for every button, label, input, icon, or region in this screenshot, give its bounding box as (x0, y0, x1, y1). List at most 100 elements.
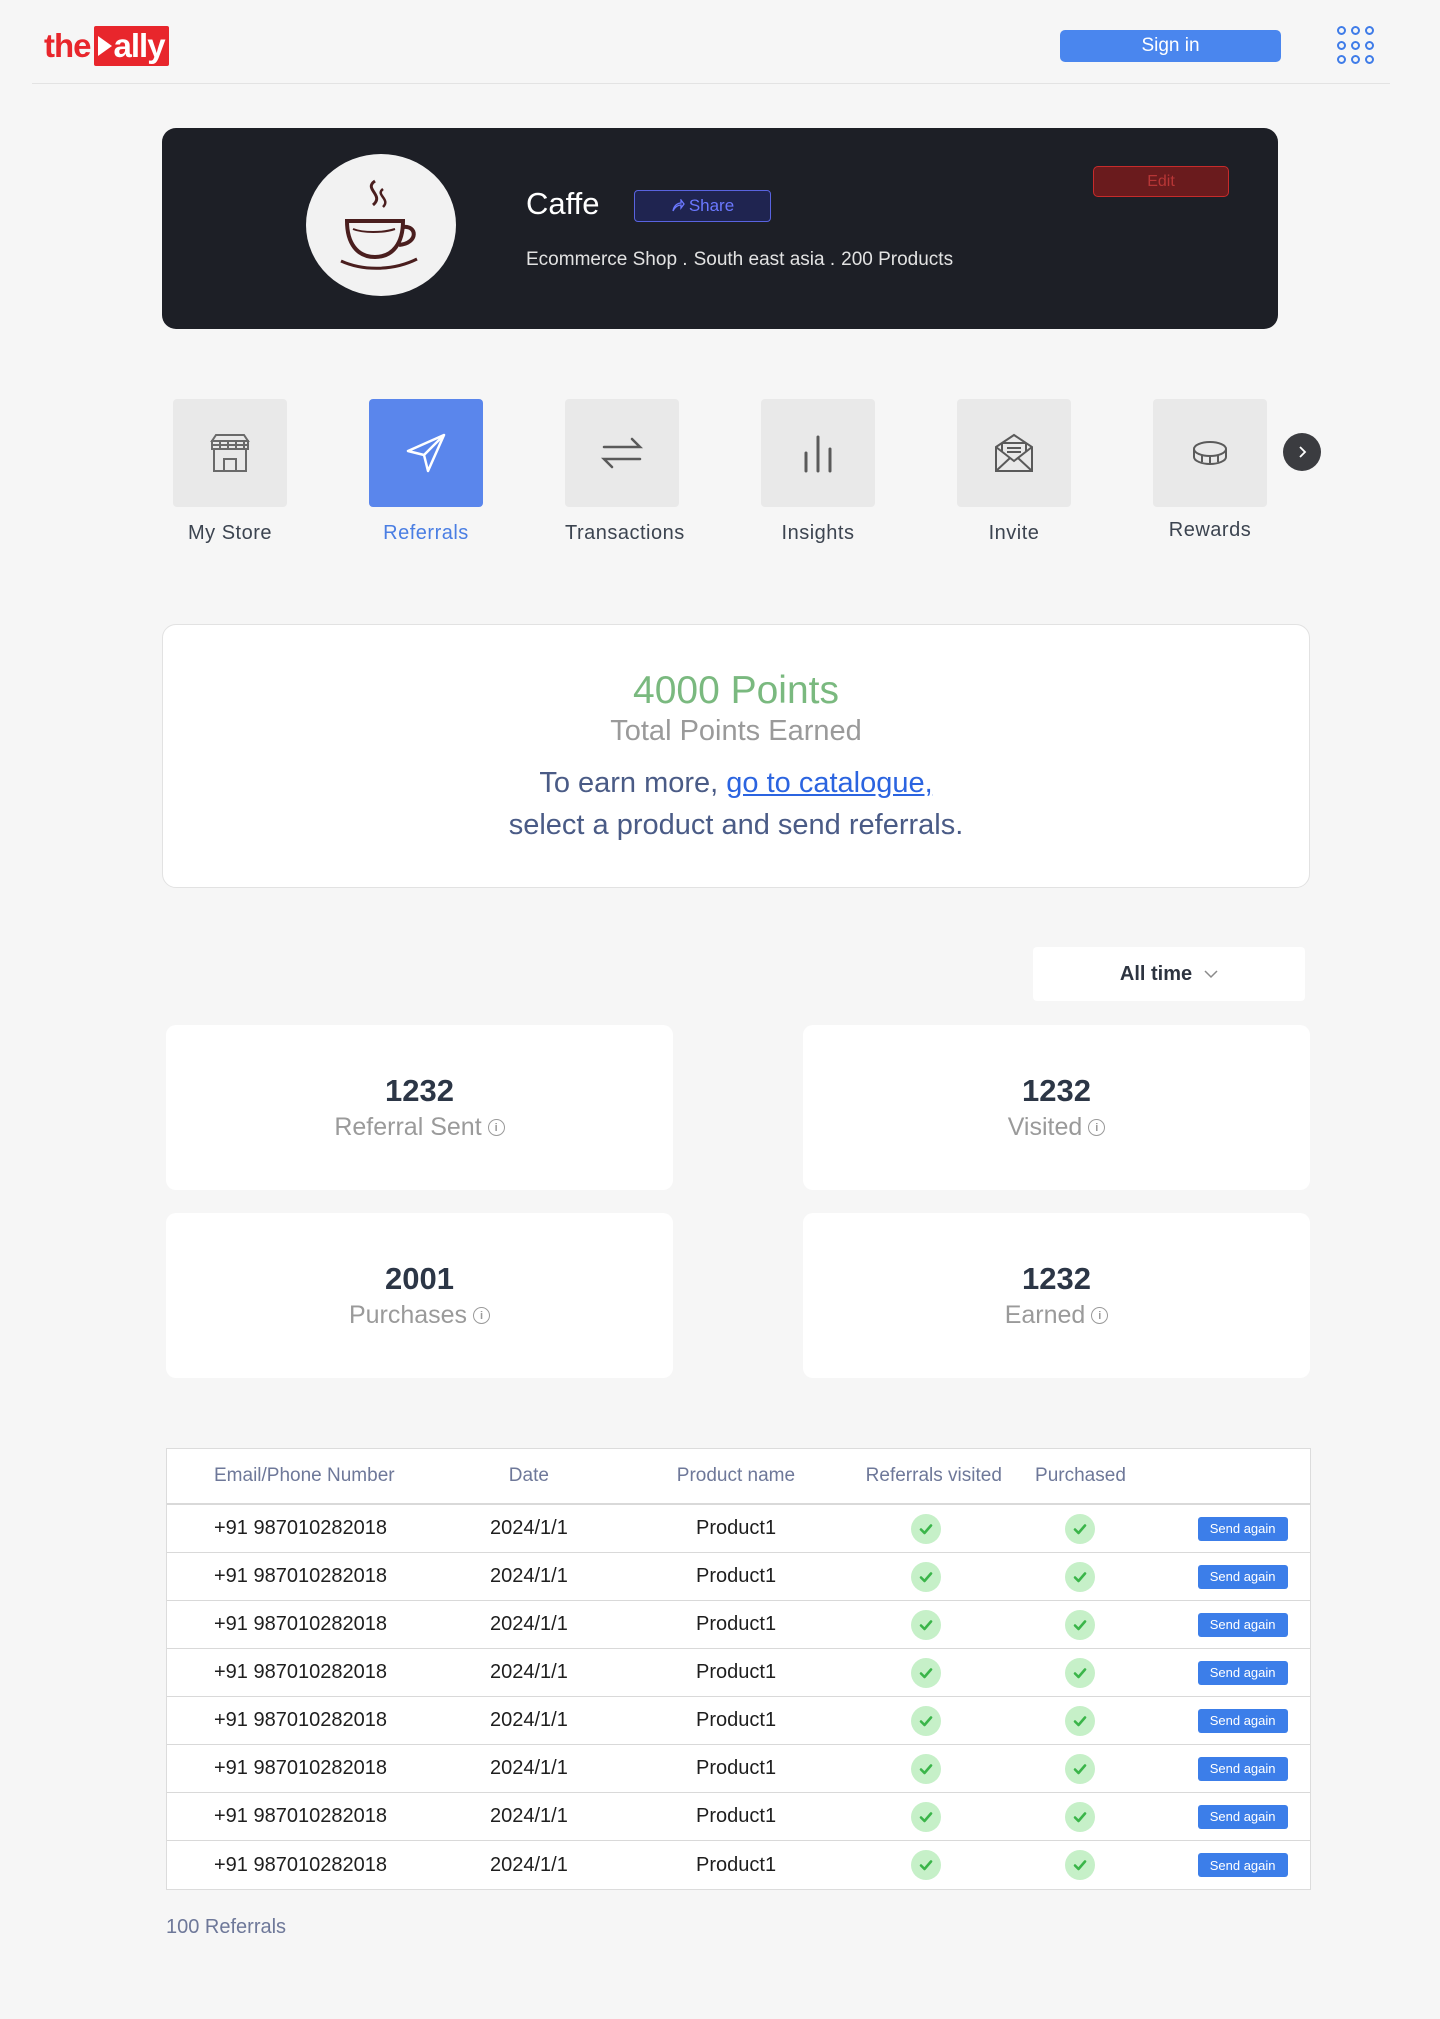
check-icon (910, 1850, 941, 1880)
stat-label: Earned (1004, 1301, 1086, 1329)
send-again-button[interactable]: Send again (1197, 1612, 1288, 1637)
chevron-down-icon (1204, 970, 1218, 979)
cell-contact: +91 987010282018 (214, 1565, 387, 1587)
nav-label-my-store: My Store (187, 522, 273, 544)
cell-product: Product1 (696, 1757, 777, 1779)
table-row: +91 987010282018 2024/1/1 Product1 Send aga… (167, 1841, 1310, 1889)
cell-product: Product1 (696, 1709, 777, 1731)
stat-card-earned: 1232 Earned i (803, 1213, 1310, 1378)
nav-tile-box[interactable] (761, 399, 875, 507)
cell-contact: +91 987010282018 (214, 1517, 387, 1539)
share-icon (672, 199, 685, 212)
cell-contact: +91 987010282018 (214, 1805, 387, 1827)
check-icon (910, 1513, 941, 1544)
cell-visited (866, 1513, 986, 1544)
info-icon[interactable]: i (1091, 1307, 1109, 1324)
info-icon[interactable]: i (473, 1307, 491, 1324)
col-header-visited: Referrals visited (865, 1465, 1002, 1486)
send-again-button[interactable]: Send again (1197, 1708, 1288, 1733)
swap-arrows-icon (600, 437, 644, 469)
nav-tile-box[interactable] (1153, 399, 1267, 507)
send-icon (406, 433, 446, 473)
stat-value: 1232 (1022, 1261, 1091, 1296)
cell-visited (866, 1561, 986, 1592)
nav-tile-box[interactable] (173, 399, 287, 507)
cell-date: 2024/1/1 (489, 1709, 568, 1731)
store-avatar (306, 154, 456, 296)
top-header: the ally Sign in (32, 0, 1390, 84)
time-range-select[interactable]: All time (1033, 947, 1305, 1001)
send-again-button[interactable]: Send again (1197, 1660, 1288, 1685)
nav-label-rewards: Rewards (1168, 519, 1252, 541)
share-button[interactable]: Share (634, 190, 771, 222)
cell-product: Product1 (696, 1805, 777, 1827)
store-meta: Ecommerce Shop . South east asia . 200 P… (526, 249, 953, 271)
table-row: +91 987010282018 2024/1/1 Product1 Send aga… (167, 1601, 1310, 1649)
cell-purchased (986, 1609, 1176, 1640)
store-icon (210, 434, 250, 472)
cell-action: Send again (1175, 1804, 1310, 1829)
info-icon[interactable]: i (487, 1119, 505, 1136)
send-again-button[interactable]: Send again (1197, 1853, 1288, 1877)
cell-purchased (986, 1705, 1176, 1736)
cell-action: Send again (1175, 1756, 1310, 1781)
send-again-button[interactable]: Send again (1197, 1756, 1288, 1781)
cell-date: 2024/1/1 (489, 1853, 568, 1876)
cell-contact: +91 987010282018 (214, 1613, 387, 1635)
cell-purchased (986, 1657, 1176, 1688)
check-icon (1065, 1850, 1096, 1880)
coffee-cup-icon (340, 179, 418, 270)
edit-button[interactable]: Edit (1093, 166, 1229, 197)
sign-in-button[interactable]: Sign in (1060, 30, 1281, 62)
cell-product: Product1 (696, 1565, 777, 1587)
check-icon (910, 1753, 941, 1784)
table-row: +91 987010282018 2024/1/1 Product1 Send aga… (167, 1697, 1310, 1745)
nav-tile-box[interactable] (369, 399, 483, 507)
nav-tile-insights[interactable]: Insights (761, 399, 875, 545)
store-name: Caffe (526, 186, 600, 221)
apps-grid-icon[interactable] (1337, 26, 1377, 66)
send-again-button[interactable]: Send again (1197, 1516, 1288, 1541)
cell-contact: +91 987010282018 (214, 1757, 387, 1779)
store-type: Ecommerce Shop . (526, 249, 688, 270)
brand-logo[interactable]: the ally (44, 26, 169, 66)
nav-tile-invite[interactable]: Invite (957, 399, 1071, 545)
cell-purchased (986, 1513, 1176, 1544)
nav-next-button[interactable] (1283, 433, 1321, 471)
table-row: +91 987010282018 2024/1/1 Product1 Send aga… (167, 1649, 1310, 1697)
mail-icon (995, 433, 1033, 472)
info-icon[interactable]: i (1088, 1119, 1106, 1136)
nav-tile-rewards[interactable]: Rewards (1153, 399, 1267, 542)
store-product-count: 200 Products (841, 249, 954, 270)
stat-label: Purchases (348, 1301, 468, 1329)
send-again-button[interactable]: Send again (1197, 1564, 1288, 1589)
cell-contact: +91 987010282018 (214, 1661, 387, 1683)
catalogue-link[interactable]: go to catalogue, (726, 767, 932, 799)
store-region: South east asia . (693, 249, 836, 270)
cell-action: Send again (1175, 1853, 1310, 1877)
referrals-table: Email/Phone Number Date Product name Ref… (166, 1448, 1311, 1890)
nav-tile-transactions[interactable]: Transactions (565, 399, 684, 545)
points-cta-prefix: To earn more, (539, 767, 719, 799)
cell-product: Product1 (696, 1853, 777, 1876)
cell-product: Product1 (696, 1613, 777, 1635)
check-icon (1065, 1609, 1096, 1640)
check-icon (910, 1705, 941, 1736)
nav-tile-box[interactable] (957, 399, 1071, 507)
bar-chart-icon (804, 435, 832, 473)
check-icon (910, 1801, 941, 1832)
nav-tile-referrals[interactable]: Referrals (369, 399, 483, 545)
cell-date: 2024/1/1 (489, 1661, 568, 1683)
cell-purchased (986, 1801, 1176, 1832)
check-icon (1065, 1753, 1096, 1784)
nav-tile-my-store[interactable]: My Store (173, 399, 287, 545)
cell-visited (866, 1705, 986, 1736)
cell-contact: +91 987010282018 (214, 1853, 387, 1876)
col-header-date: Date (508, 1465, 549, 1486)
logo-text-the: the (44, 27, 91, 64)
referrals-count: 100 Referrals (166, 1916, 287, 1938)
table-row: +91 987010282018 2024/1/1 Product1 Send aga… (167, 1745, 1310, 1793)
nav-tile-box[interactable] (565, 399, 679, 507)
send-again-button[interactable]: Send again (1197, 1804, 1288, 1829)
play-icon (97, 36, 112, 56)
